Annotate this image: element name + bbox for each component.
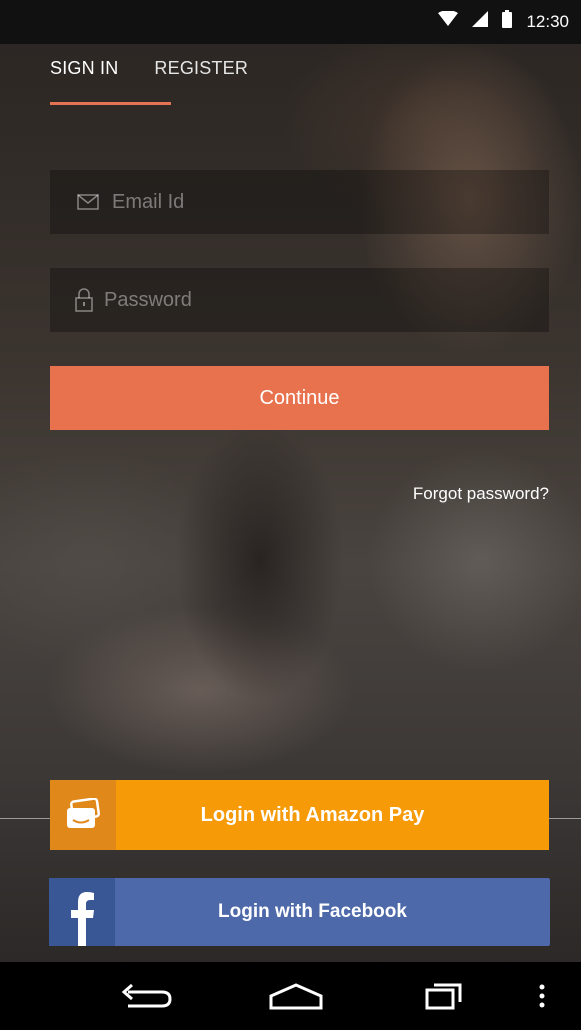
amazon-pay-login-button[interactable]: Login with Amazon Pay [50,780,549,850]
signal-icon [472,11,489,32]
battery-icon [502,10,513,33]
home-icon[interactable] [268,982,324,1010]
password-field[interactable]: Password [50,268,549,332]
email-field[interactable]: Email Id [50,170,549,234]
menu-icon[interactable] [538,982,546,1010]
password-placeholder: Password [104,288,192,311]
facebook-label: Login with Facebook [218,901,407,922]
back-icon[interactable] [118,982,174,1010]
tab-sign-in[interactable]: SIGN IN [50,58,118,79]
background-photo [0,0,581,1030]
lock-icon [72,288,96,312]
forgot-password-link[interactable]: Forgot password? [413,484,549,504]
navigation-bar [0,962,581,1030]
auth-tabs: SIGN IN REGISTER [50,58,248,79]
status-bar: 12:30 [0,0,581,44]
facebook-icon [49,878,115,946]
envelope-icon [76,190,100,214]
status-time: 12:30 [526,11,569,31]
divider-left [0,818,52,819]
tab-register[interactable]: REGISTER [154,58,248,79]
amazon-pay-label: Login with Amazon Pay [200,803,425,826]
facebook-login-button[interactable]: Login with Facebook [49,878,550,946]
amazon-pay-icon [50,780,116,850]
continue-button[interactable]: Continue [50,366,549,430]
email-placeholder: Email Id [112,190,185,213]
recents-icon[interactable] [424,982,464,1010]
active-tab-indicator [50,102,171,105]
login-screen: 12:30 SIGN IN REGISTER Email Id Password… [0,0,581,1030]
wifi-icon [438,10,459,32]
